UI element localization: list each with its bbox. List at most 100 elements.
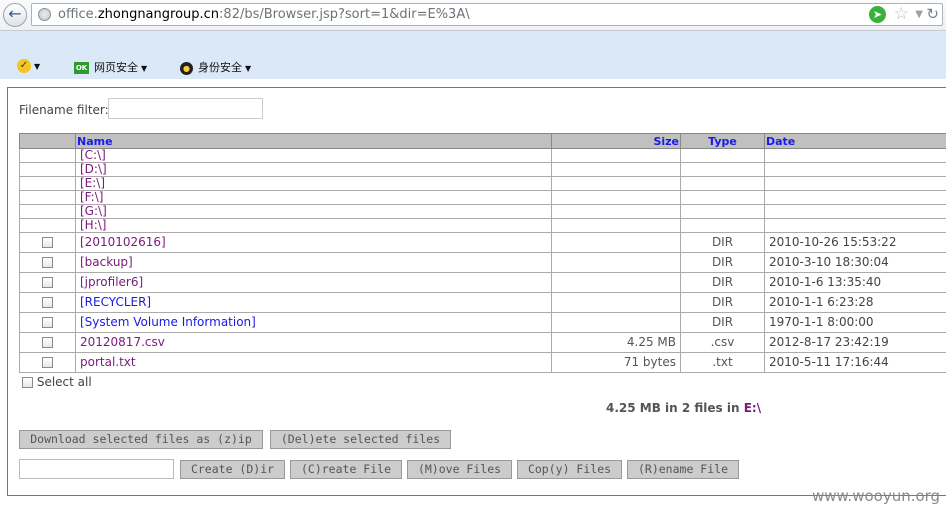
row-checkbox-cell [19,352,76,373]
table-row: [RECYCLER] DIR 2010-1-1 6:23:28 [19,292,946,313]
row-checkbox-cell [19,332,76,353]
delete-button[interactable]: (Del)ete selected files [270,430,451,449]
row-checkbox[interactable] [42,337,53,348]
row-checkbox[interactable] [42,277,53,288]
file-size [551,252,681,273]
table-row: 20120817.csv 4.25 MB .csv 2012-8-17 23:42:1… [19,332,946,353]
row-checkbox-cell [19,252,76,273]
drive-type-cell [680,162,765,177]
drive-size-cell [551,176,681,191]
file-link[interactable]: [System Volume Information] [80,315,256,329]
file-type: .txt [680,352,765,373]
drive-date-cell [764,204,946,219]
file-size [551,272,681,293]
back-arrow-icon[interactable]: ← [3,3,27,27]
file-date: 2010-5-11 17:16:44 [764,352,946,373]
drive-date-cell [764,162,946,177]
file-link[interactable]: portal.txt [80,355,136,369]
drive-link[interactable]: [G:\] [75,204,552,219]
drive-link[interactable]: [C:\] [75,148,552,163]
refresh-icon[interactable]: ↻ [926,5,939,23]
drive-link[interactable]: [E:\] [75,176,552,191]
drive-date-cell [764,218,946,233]
file-size [551,292,681,313]
drive-size-cell [551,162,681,177]
watermark: www.wooyun.org [812,487,941,505]
file-date: 2010-1-6 13:35:40 [764,272,946,293]
drive-row: [C:\] [19,148,946,163]
file-link[interactable]: [backup] [80,255,133,269]
table-row: portal.txt 71 bytes .txt 2010-5-11 17:16:44 [19,352,946,373]
drive-type-cell [680,204,765,219]
header-checkbox-column [19,133,76,149]
drive-link[interactable]: [D:\] [75,162,552,177]
copy-files-button[interactable]: Cop(y) Files [517,460,622,479]
id-safety-label: 身份安全 [198,61,242,74]
file-size [551,312,681,333]
file-date: 2010-10-26 15:53:22 [764,232,946,253]
filename-filter-label: Filename filter: [19,103,109,117]
drive-type-cell [680,148,765,163]
globe-icon [38,8,51,21]
row-checkbox[interactable] [42,297,53,308]
drive-link[interactable]: [H:\] [75,218,552,233]
header-name[interactable]: Name [75,133,552,149]
caret-down-icon: ▼ [245,64,252,73]
drive-row: [H:\] [19,218,946,233]
new-name-input[interactable] [19,459,174,479]
drive-checkbox-cell [19,162,76,177]
drive-row: [D:\] [19,162,946,177]
drive-link[interactable]: [F:\] [75,190,552,205]
rename-file-button[interactable]: (R)ename File [627,460,739,479]
drive-row: [G:\] [19,204,946,219]
row-checkbox[interactable] [42,317,53,328]
drive-type-cell [680,176,765,191]
select-all[interactable]: Select all [22,375,92,389]
favorites-check-menu[interactable]: ✓ ▼ [17,59,40,75]
file-link[interactable]: 20120817.csv [80,335,165,349]
file-link[interactable]: [2010102616] [80,235,166,249]
file-type: DIR [680,252,765,273]
file-name-cell: [System Volume Information] [75,312,552,333]
create-file-button[interactable]: (C)reate File [290,460,402,479]
drive-checkbox-cell [19,204,76,219]
header-size[interactable]: Size [551,133,681,149]
select-all-checkbox[interactable] [22,377,33,388]
triangle-down-icon[interactable]: ▼ [915,9,923,20]
drive-type-cell [680,218,765,233]
go-arrow-icon[interactable]: ➤ [869,6,886,23]
header-date[interactable]: Date [764,133,946,149]
caret-down-icon: ▼ [34,62,41,71]
file-name-cell: [2010102616] [75,232,552,253]
file-link[interactable]: [jprofiler6] [80,275,143,289]
drive-checkbox-cell [19,190,76,205]
drive-type-cell [680,190,765,205]
row-checkbox-cell [19,272,76,293]
summary-drive-link[interactable]: E:\ [744,401,761,415]
file-type: DIR [680,312,765,333]
file-type: DIR [680,232,765,253]
header-type[interactable]: Type [680,133,765,149]
ok-shield-icon: OK [74,62,89,74]
drive-size-cell [551,148,681,163]
file-date: 2012-8-17 23:42:19 [764,332,946,353]
row-checkbox[interactable] [42,237,53,248]
star-icon[interactable]: ☆ [894,4,909,24]
row-checkbox[interactable] [42,257,53,268]
file-size: 4.25 MB [551,332,681,353]
file-date: 1970-1-1 8:00:00 [764,312,946,333]
url-field[interactable]: office.zhongnangroup.cn:82/bs/Browser.js… [31,3,943,26]
download-zip-button[interactable]: Download selected files as (z)ip [19,430,263,449]
file-link[interactable]: [RECYCLER] [80,295,151,309]
drive-checkbox-cell [19,218,76,233]
web-safety-menu[interactable]: OK 网页安全 ▼ [74,59,147,75]
row-checkbox-cell [19,292,76,313]
drive-row: [E:\] [19,176,946,191]
create-dir-button[interactable]: Create (D)ir [180,460,285,479]
row-checkbox[interactable] [42,357,53,368]
move-files-button[interactable]: (M)ove Files [407,460,512,479]
drive-row: [F:\] [19,190,946,205]
id-safety-menu[interactable]: ● 身份安全 ▼ [180,59,251,75]
drive-date-cell [764,176,946,191]
filename-filter-input[interactable] [108,98,263,119]
